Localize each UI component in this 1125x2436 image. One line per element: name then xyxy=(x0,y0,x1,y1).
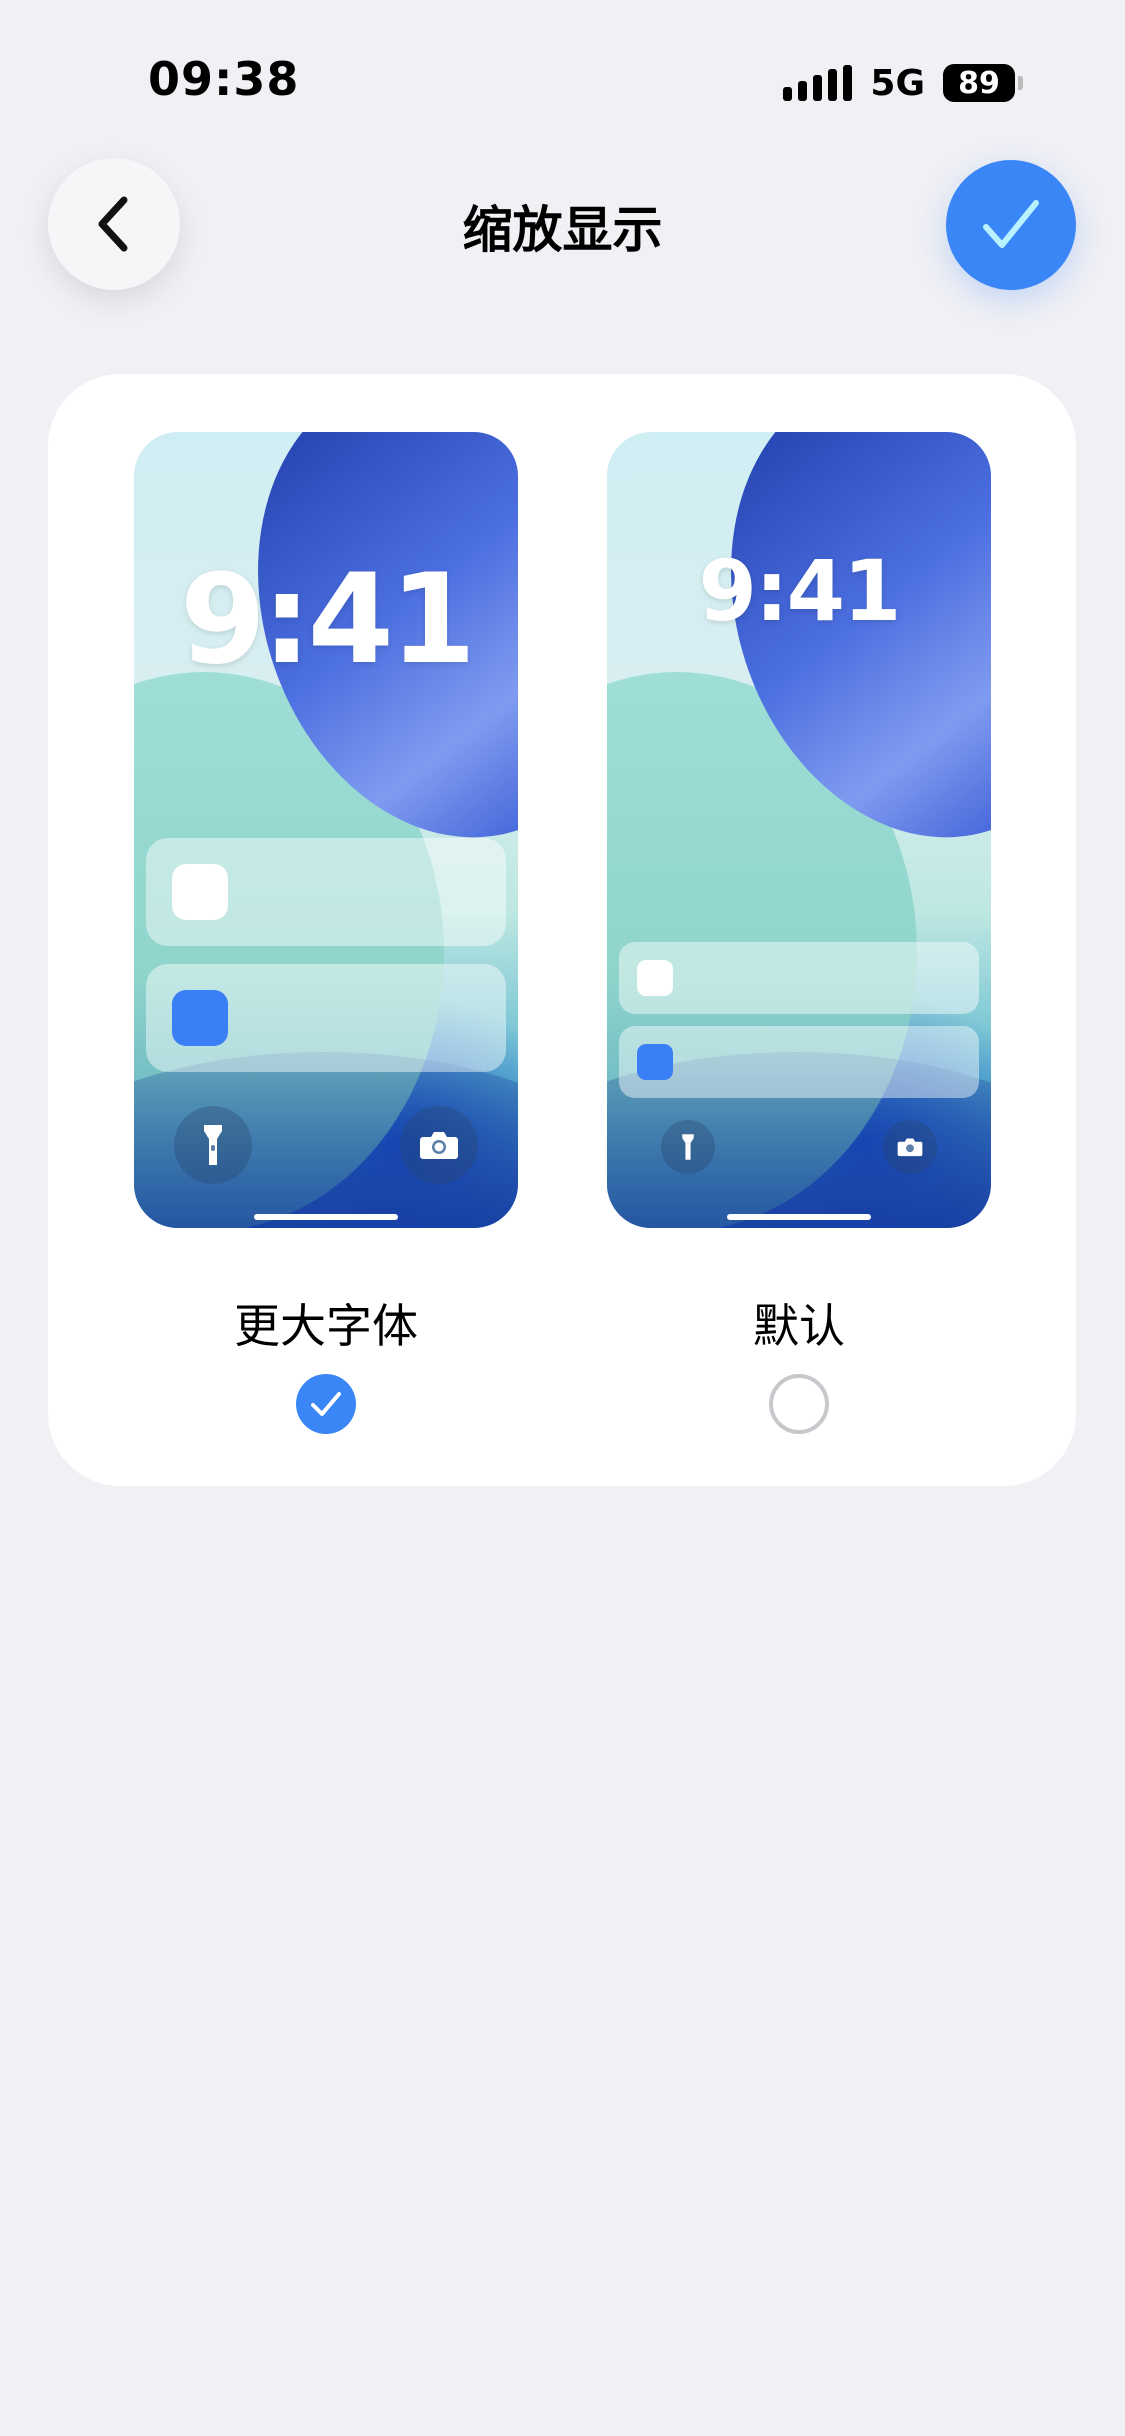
display-zoom-card: 9:41 9:41 更大字体 默认 xyxy=(48,374,1076,1486)
default-radio[interactable] xyxy=(769,1374,829,1434)
flashlight-icon xyxy=(661,1120,715,1174)
preview-notification xyxy=(619,1026,979,1098)
preview-notification xyxy=(146,964,506,1072)
app-icon xyxy=(637,1044,673,1080)
home-indicator xyxy=(727,1214,871,1220)
app-icon xyxy=(172,990,228,1046)
checkmark-icon xyxy=(311,1392,341,1416)
larger-text-radio[interactable] xyxy=(296,1374,356,1434)
larger-text-preview[interactable]: 9:41 xyxy=(134,432,518,1228)
cellular-signal-icon xyxy=(783,65,853,101)
network-type: 5G xyxy=(870,62,925,104)
status-time: 09:38 xyxy=(148,52,300,106)
battery-level: 89 xyxy=(958,65,1000,101)
home-indicator xyxy=(254,1214,398,1220)
status-indicators: 5G 89 xyxy=(783,62,1023,104)
option-label-larger-text[interactable]: 更大字体 xyxy=(134,1290,518,1356)
checkmark-icon xyxy=(983,200,1039,248)
option-label-default[interactable]: 默认 xyxy=(607,1290,991,1356)
flashlight-icon xyxy=(174,1106,252,1184)
preview-notification xyxy=(146,838,506,946)
confirm-button[interactable] xyxy=(946,160,1076,290)
preview-notification xyxy=(619,942,979,1014)
camera-icon xyxy=(883,1120,937,1174)
app-icon xyxy=(172,864,228,920)
preview-lock-time: 9:41 xyxy=(698,542,902,640)
preview-lock-time: 9:41 xyxy=(179,548,476,692)
app-icon xyxy=(637,960,673,996)
camera-icon xyxy=(400,1106,478,1184)
battery-icon: 89 xyxy=(943,64,1023,102)
default-preview[interactable]: 9:41 xyxy=(607,432,991,1228)
